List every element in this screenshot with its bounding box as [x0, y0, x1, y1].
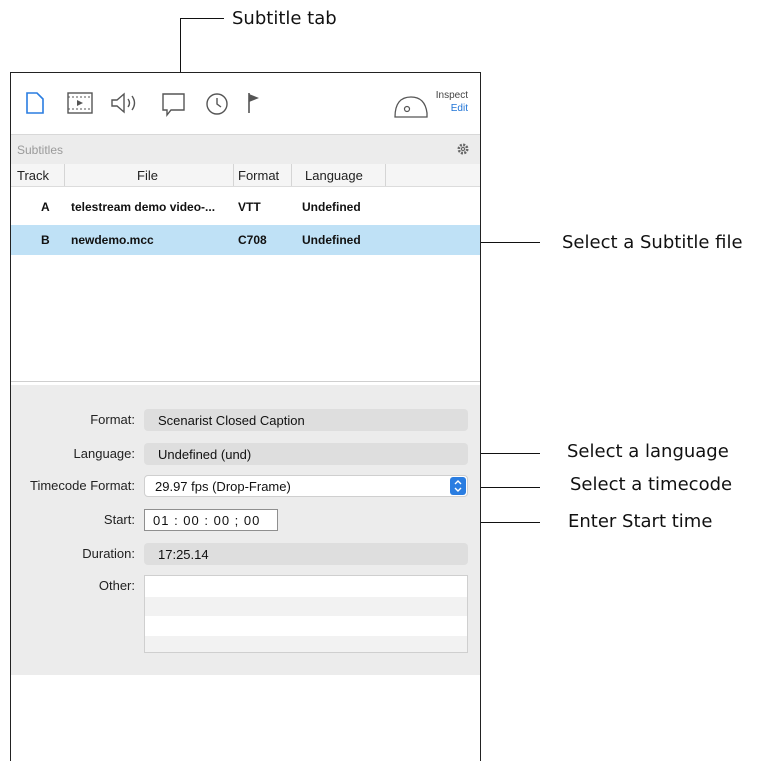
callout-select-subtitle-file: Select a Subtitle file [562, 232, 743, 253]
divider [11, 381, 480, 382]
toolbar: Inspect Edit [11, 73, 480, 133]
callout-select-timecode: Select a timecode [570, 474, 733, 495]
column-file[interactable]: File [137, 168, 158, 183]
start-time-input[interactable]: 01 : 00 : 00 ; 00 [144, 509, 278, 531]
other-label: Other: [98, 578, 135, 593]
select-arrows-icon[interactable] [450, 477, 466, 495]
table-row-selected[interactable]: B newdemo.mcc C708 Undefined [11, 225, 480, 255]
other-textarea[interactable] [144, 575, 468, 653]
stripe [145, 597, 467, 616]
start-label: Start: [103, 512, 135, 527]
subtitle-icon[interactable] [161, 91, 187, 122]
panel-bottom-area [11, 675, 480, 762]
column-divider [233, 164, 234, 186]
column-divider [64, 164, 65, 186]
callout-select-language: Select a language [567, 441, 729, 462]
language-cell: Undefined [302, 233, 361, 247]
flag-icon[interactable] [246, 91, 262, 120]
column-format[interactable]: Format [238, 168, 279, 183]
format-field: Scenarist Closed Caption [144, 409, 468, 431]
inspect-icon[interactable] [391, 93, 431, 126]
file-cell: telestream demo video-... [71, 200, 216, 214]
gear-icon[interactable] [456, 142, 470, 161]
track-cell: A [41, 200, 50, 214]
edit-link[interactable]: Edit [436, 102, 468, 115]
video-icon[interactable] [66, 91, 94, 120]
language-label: Language: [73, 446, 135, 461]
format-label: Format: [90, 412, 135, 427]
inspect-text: Inspect [435, 90, 468, 101]
callout-enter-start-time: Enter Start time [568, 511, 713, 532]
subtitles-header: Subtitles [11, 134, 480, 164]
format-cell: VTT [238, 200, 261, 214]
column-divider [291, 164, 292, 186]
subtitle-properties-form: Format: Scenarist Closed Caption Languag… [11, 385, 480, 675]
table-row[interactable]: A telestream demo video-... VTT Undefine… [11, 192, 480, 222]
clock-icon[interactable] [204, 91, 230, 122]
duration-field: 17:25.14 [144, 543, 468, 565]
subtitles-title: Subtitles [17, 143, 64, 157]
format-cell: C708 [238, 233, 267, 247]
track-cell: B [41, 233, 50, 247]
callout-line [180, 18, 224, 19]
stripe [145, 636, 467, 652]
audio-icon[interactable] [109, 91, 141, 120]
inspector-panel: Inspect Edit Subtitles Track File Format… [10, 72, 481, 762]
duration-label: Duration: [82, 546, 135, 561]
file-cell: newdemo.mcc [71, 233, 154, 247]
language-field[interactable]: Undefined (und) [144, 443, 468, 465]
callout-line [478, 242, 540, 243]
timecode-format-select[interactable]: 29.97 fps (Drop-Frame) [144, 475, 468, 497]
inspect-label: Inspect Edit [436, 89, 468, 115]
track-list-empty-area [11, 256, 480, 382]
table-header: Track File Format Language [11, 164, 480, 187]
language-cell: Undefined [302, 200, 361, 214]
timecode-format-label: Timecode Format: [30, 478, 135, 493]
timecode-format-value: 29.97 fps (Drop-Frame) [155, 479, 291, 494]
callout-subtitle-tab: Subtitle tab [232, 8, 337, 29]
column-language[interactable]: Language [305, 168, 363, 183]
document-icon[interactable] [25, 91, 45, 120]
column-track[interactable]: Track [17, 168, 49, 183]
column-divider [385, 164, 386, 186]
